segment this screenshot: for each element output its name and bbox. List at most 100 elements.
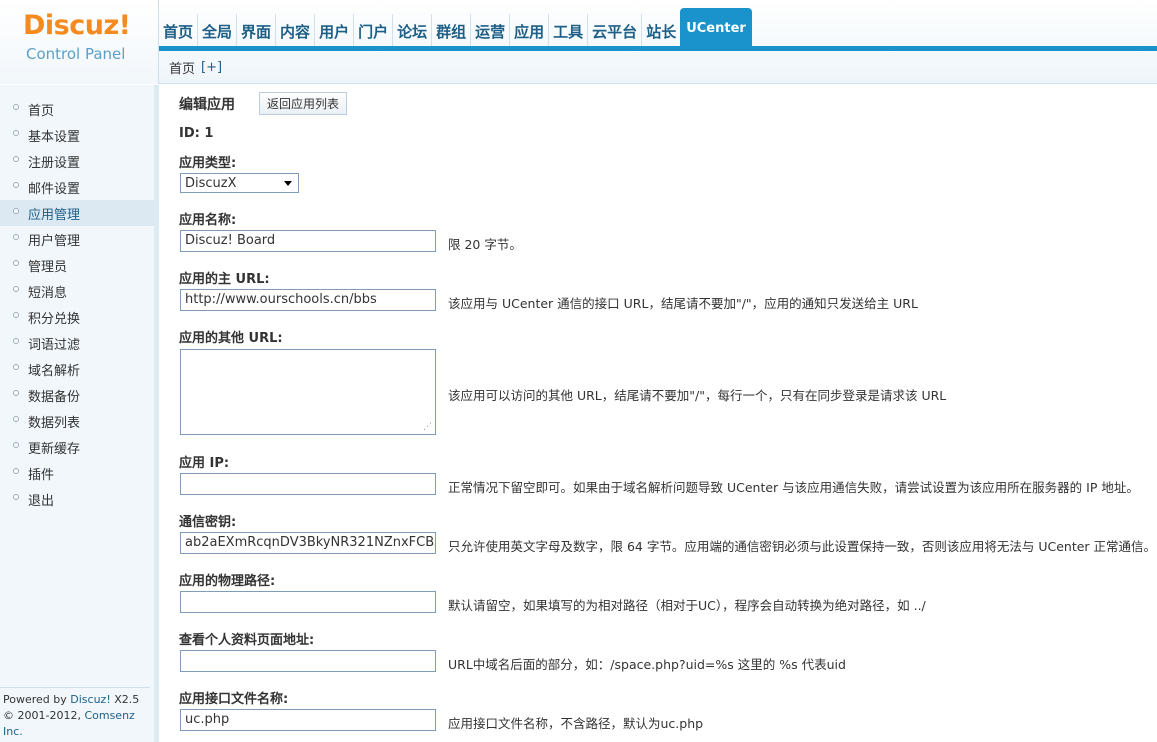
sidebar-item-label: 短消息 [28,285,68,301]
sidebar-item-credit-exchange[interactable]: 积分兑换 [0,304,154,330]
app-ip-input[interactable] [180,473,436,495]
topnav-cloud[interactable]: 云平台 [587,14,641,48]
profile-url-label: 查看个人资料页面地址: [179,633,315,648]
topnav-apps[interactable]: 应用 [509,14,548,48]
resize-grip-icon[interactable]: ⋰ [423,423,432,432]
bullet-icon [13,286,19,292]
app-url-hint: 该应用与 UCenter 通信的接口 URL，结尾请不要加"/"，应用的通知只发… [448,296,918,311]
app-type-select[interactable]: DiscuzX [180,173,299,193]
sidebar-item-label: 用户管理 [28,233,81,249]
app-name-label: 应用名称: [179,213,237,228]
app-type-label: 应用类型: [179,156,237,171]
sidebar-item-update-cache[interactable]: 更新缓存 [0,434,154,460]
discuz-link[interactable]: Discuz! [70,693,110,706]
powered-by-text: Powered by [3,693,67,706]
sidebar-item-label: 数据列表 [28,415,81,431]
physical-path-input[interactable] [180,591,436,613]
sidebar-item-home[interactable]: 首页 [0,96,154,122]
sidebar-item-label: 词语过滤 [28,337,81,353]
topnav-content[interactable]: 内容 [275,14,314,48]
add-shortcut-link[interactable]: [+] [201,60,222,75]
other-url-hint: 该应用可以访问的其他 URL，结尾请不要加"/"，每行一个，只有在同步登录是请求… [448,388,947,403]
footer-divider [0,687,150,688]
page-title: 编辑应用 [179,97,235,113]
copyright: Powered by Discuz! X2.5 © 2001-2012, Com… [0,687,154,740]
sidebar-item-label: 注册设置 [28,155,81,171]
sidebar-item-word-filter[interactable]: 词语过滤 [0,330,154,356]
topnav-webmaster[interactable]: 站长 [641,14,680,48]
app-ip-label: 应用 IP: [179,456,230,471]
topnav-groups[interactable]: 群组 [431,14,470,48]
bullet-icon [13,208,19,214]
sidebar-item-basic-settings[interactable]: 基本设置 [0,122,154,148]
bullet-icon [13,260,19,266]
sidebar-item-label: 域名解析 [28,363,81,379]
sidebar-item-data-backup[interactable]: 数据备份 [0,382,154,408]
topnav-forum[interactable]: 论坛 [392,14,431,48]
sidebar-item-messages[interactable]: 短消息 [0,278,154,304]
bullet-icon [13,494,19,500]
bullet-icon [13,156,19,162]
sidebar-item-logout[interactable]: 退出 [0,486,154,512]
comm-key-input[interactable]: ab2aEXmRcqnDV3BkyNR321NZnxFCBsjJ [180,532,436,554]
comm-key-label: 通信密钥: [179,515,237,530]
bullet-icon [13,390,19,396]
sidebar-item-label: 退出 [28,493,55,509]
copyright-years: © 2001-2012, [3,709,81,722]
comm-key-hint: 只允许使用英文字母及数字，限 64 字节。应用端的通信密钥必须与此设置保持一致，… [448,539,1157,554]
sidebar-item-data-list[interactable]: 数据列表 [0,408,154,434]
sidebar-item-app-management[interactable]: 应用管理 [0,200,154,226]
app-url-label: 应用的主 URL: [179,272,270,287]
sidebar-item-label: 管理员 [28,259,68,275]
bullet-icon [13,416,19,422]
sidebar-item-label: 积分兑换 [28,311,81,327]
sidebar: 首页 基本设置 注册设置 邮件设置 应用管理 用户管理 管理员 短消息 积分兑换… [0,85,159,742]
version-text: X2.5 [114,693,140,706]
app-url-input[interactable]: http://www.ourschools.cn/bbs [180,289,436,311]
bullet-icon [13,130,19,136]
api-file-input[interactable]: uc.php [180,709,436,731]
logo-brand: Discuz! [23,10,131,41]
sidebar-item-plugins[interactable]: 插件 [0,460,154,486]
sidebar-item-label: 数据备份 [28,389,81,405]
bullet-icon [13,338,19,344]
sidebar-item-label: 首页 [28,103,55,119]
sidebar-item-domain-resolve[interactable]: 域名解析 [0,356,154,382]
profile-url-input[interactable] [180,650,436,672]
bullet-icon [13,364,19,370]
bullet-icon [13,234,19,240]
app-type-value: DiscuzX [185,175,237,191]
bullet-icon [13,182,19,188]
breadcrumb-home[interactable]: 首页 [169,58,195,77]
bullet-icon [13,104,19,110]
profile-url-hint: URL中域名后面的部分，如：/space.php?uid=%s 这里的 %s 代… [448,657,846,672]
topnav-users[interactable]: 用户 [314,14,353,48]
topnav-interface[interactable]: 界面 [236,14,275,48]
topnav-home[interactable]: 首页 [159,14,197,48]
top-navigation: 首页 全局 界面 内容 用户 门户 论坛 群组 运营 应用 工具 云平台 站长 … [159,8,752,48]
topnav-ucenter[interactable]: UCenter [680,8,752,48]
topnav-global[interactable]: 全局 [197,14,236,48]
app-name-input[interactable]: Discuz! Board [180,230,436,252]
sidebar-item-user-management[interactable]: 用户管理 [0,226,154,252]
back-to-app-list-button[interactable]: 返回应用列表 [259,92,347,115]
physical-path-hint: 默认请留空，如果填写的为相对路径（相对于UC），程序会自动转换为绝对路径，如 .… [448,598,926,613]
sidebar-item-label: 基本设置 [28,129,81,145]
other-url-textarea[interactable]: ⋰ [180,349,436,435]
app-name-hint: 限 20 字节。 [448,237,522,252]
breadcrumb: 首页 [+] [159,51,1157,84]
other-url-label: 应用的其他 URL: [179,331,283,346]
topnav-tools[interactable]: 工具 [548,14,587,48]
dropdown-arrow-icon [284,180,292,186]
topnav-portal[interactable]: 门户 [353,14,392,48]
bullet-icon [13,442,19,448]
sidebar-item-register-settings[interactable]: 注册设置 [0,148,154,174]
sidebar-item-admins[interactable]: 管理员 [0,252,154,278]
sidebar-item-label: 邮件设置 [28,181,81,197]
logo[interactable]: Discuz! Control Panel [0,0,159,84]
physical-path-label: 应用的物理路径: [179,574,276,589]
topnav-operations[interactable]: 运营 [470,14,509,48]
sidebar-item-mail-settings[interactable]: 邮件设置 [0,174,154,200]
sidebar-item-label: 应用管理 [28,207,81,223]
main-content: 编辑应用 返回应用列表 ID: 1 应用类型: DiscuzX 应用名称: Di… [164,85,1157,742]
